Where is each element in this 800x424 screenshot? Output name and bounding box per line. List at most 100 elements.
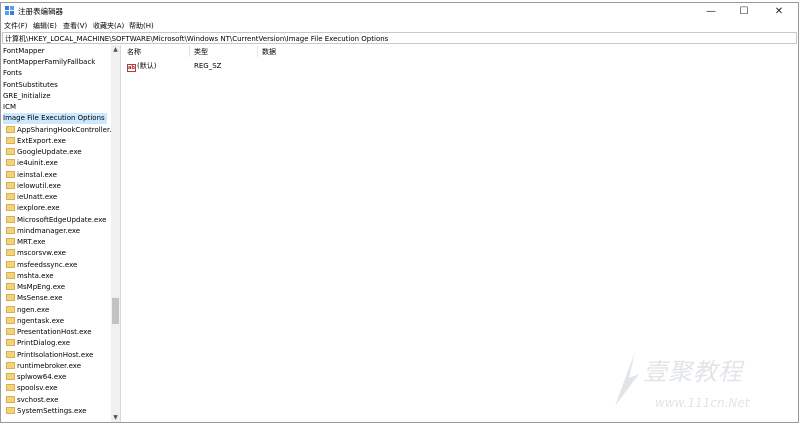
menu-file[interactable]: 文件(F) [4,21,28,31]
tree-child-label: spoolsv.exe [17,384,58,392]
folder-icon [6,306,15,313]
tree-child-label: SystemSettings.exe [17,407,87,415]
tree-child-label: MicrosoftEdgeUpdate.exe [17,216,107,224]
tree-child-label: runtimebroker.exe [17,362,82,370]
value-type: REG_SZ [194,62,222,70]
tree-child-label: PresentationHost.exe [17,328,92,336]
tree-child-label: mindmanager.exe [17,227,81,235]
tree-child-label: mshta.exe [17,272,54,280]
tree-child-key[interactable]: ieinstal.exe [6,170,57,181]
address-bar[interactable]: 计算机\HKEY_LOCAL_MACHINE\SOFTWARE\Microsof… [2,32,797,44]
tree-child-key[interactable]: spoolsv.exe [6,383,58,394]
tree-child-label: GoogleUpdate.exe [17,148,82,156]
folder-icon [6,126,15,133]
folder-icon [6,171,15,178]
tree-child-label: mscorsvw.exe [17,249,66,257]
tree-key-fontmapperfamilyfallback[interactable]: FontMapperFamilyFallback [3,57,95,68]
menu-edit[interactable]: 编辑(E) [33,21,57,31]
tree-child-key[interactable]: MsMpEng.exe [6,282,65,293]
tree-child-label: PrintDialog.exe [17,339,71,347]
key-tree: FontMapper FontMapperFamilyFallback Font… [2,45,121,422]
tree-child-key[interactable]: msfeedssync.exe [6,260,77,271]
tree-child-key[interactable]: MsSense.exe [6,293,62,304]
menu-view[interactable]: 查看(V) [63,21,87,31]
tree-child-key[interactable]: svchost.exe [6,395,58,406]
column-divider[interactable] [257,46,258,57]
tree-child-key[interactable]: PresentationHost.exe [6,327,92,338]
tree-child-label: ieinstal.exe [17,171,57,179]
folder-icon [6,249,15,256]
tree-child-key[interactable]: mindmanager.exe [6,226,80,237]
regedit-window: 注册表编辑器 — ☐ ✕ 文件(F) 编辑(E) 查看(V) 收藏夹(A) 帮助… [0,2,799,423]
scroll-thumb[interactable] [112,298,119,324]
tree-key-fonts[interactable]: Fonts [3,68,22,79]
tree-child-key[interactable]: ExtExport.exe [6,136,66,147]
title-bar[interactable]: 注册表编辑器 — ☐ ✕ [1,3,798,19]
tree-key-fontmapper[interactable]: FontMapper [3,46,45,57]
folder-icon [6,362,15,369]
folder-icon [6,238,15,245]
tree-key-fontsubstitutes[interactable]: FontSubstitutes [3,80,58,91]
folder-icon [6,351,15,358]
minimize-button[interactable]: — [696,3,726,19]
scroll-up-arrow-icon[interactable]: ▲ [111,45,120,54]
tree-child-key[interactable]: AppSharingHookController.exe [6,125,120,136]
tree-child-label: ngentask.exe [17,317,65,325]
tree-child-label: ExtExport.exe [17,137,66,145]
tree-child-label: msfeedssync.exe [17,261,78,269]
regedit-app-icon [5,6,14,15]
folder-icon [6,227,15,234]
tree-child-key[interactable]: ngentask.exe [6,316,64,327]
column-header-name[interactable]: 名称 [127,47,141,57]
tree-child-key[interactable]: splwow64.exe [6,372,66,383]
tree-child-key[interactable]: GoogleUpdate.exe [6,147,82,158]
folder-icon [6,384,15,391]
folder-icon [6,294,15,301]
menu-favorites[interactable]: 收藏夹(A) [93,21,124,31]
tree-child-key[interactable]: ielowutil.exe [6,181,61,192]
column-divider[interactable] [189,46,190,57]
folder-icon [6,396,15,403]
tree-child-label: MsSense.exe [17,294,63,302]
address-path[interactable]: 计算机\HKEY_LOCAL_MACHINE\SOFTWARE\Microsof… [5,34,388,44]
folder-icon [6,137,15,144]
close-button[interactable]: ✕ [764,3,794,19]
folder-icon [6,261,15,268]
folder-icon [6,204,15,211]
folder-icon [6,328,15,335]
tree-key-image-file-execution-options[interactable]: Image File Execution Options [3,113,107,124]
tree-key-gre-initialize[interactable]: GRE_Initialize [3,91,51,102]
tree-child-key[interactable]: ieUnatt.exe [6,192,57,203]
tree-scrollbar[interactable]: ▲ ▼ [111,45,120,422]
ab-icon: ab [127,64,136,72]
tree-child-label: ngen.exe [17,306,50,314]
column-header-type[interactable]: 类型 [194,47,208,57]
value-row[interactable]: ab (默认) REG_SZ [127,61,221,72]
tree-child-key[interactable]: MRT.exe [6,237,45,248]
menu-help[interactable]: 帮助(H) [129,21,154,31]
menu-bar: 文件(F) 编辑(E) 查看(V) 收藏夹(A) 帮助(H) [1,19,798,31]
tree-child-key[interactable]: runtimebroker.exe [6,361,81,372]
values-pane: 名称 类型 数据 ab (默认) REG_SZ [123,45,795,422]
scroll-down-arrow-icon[interactable]: ▼ [111,413,120,422]
folder-icon [6,272,15,279]
tree-child-label: svchost.exe [17,396,59,404]
tree-child-label: ie4uinit.exe [17,159,58,167]
tree-key-icm[interactable]: ICM [3,102,16,113]
tree-child-key[interactable]: mshta.exe [6,271,54,282]
column-header-data[interactable]: 数据 [262,47,276,57]
tree-child-label: ielowutil.exe [17,182,61,190]
tree-child-key[interactable]: PrintIsolationHost.exe [6,350,93,361]
tree-child-key[interactable]: mscorsvw.exe [6,248,66,259]
tree-child-key[interactable]: iexplore.exe [6,203,60,214]
tree-child-key[interactable]: ngen.exe [6,305,49,316]
tree-child-key[interactable]: SystemSettings.exe [6,406,86,417]
folder-icon [6,182,15,189]
tree-child-key[interactable]: ie4uinit.exe [6,158,58,169]
tree-child-key[interactable]: PrintDialog.exe [6,338,70,349]
folder-icon [6,407,15,414]
tree-child-key[interactable]: MicrosoftEdgeUpdate.exe [6,215,106,226]
folder-icon [6,159,15,166]
maximize-button[interactable]: ☐ [729,3,759,19]
tree-child-label: splwow64.exe [17,373,67,381]
